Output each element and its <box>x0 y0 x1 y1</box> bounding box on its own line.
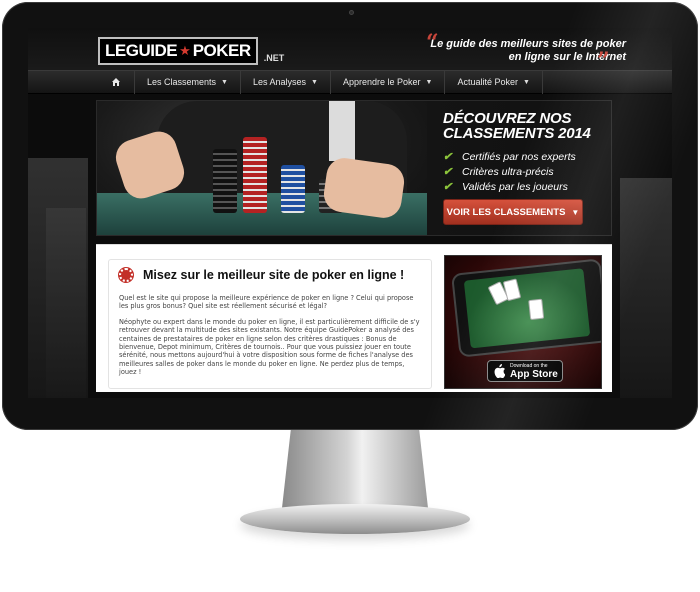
hero-title-line1: DÉCOUVREZ NOS <box>443 110 572 127</box>
logo-box: LEGUIDE ★ POKER <box>98 37 258 65</box>
logo-text-right: POKER <box>192 41 251 60</box>
phone-image <box>451 258 601 358</box>
nav-analyses[interactable]: Les Analyses ▼ <box>241 70 331 94</box>
poker-chip-icon <box>119 268 133 282</box>
site-logo[interactable]: LEGUIDE ★ POKER .NET <box>98 37 285 65</box>
app-store-badge[interactable]: Download on the App Store <box>487 360 563 382</box>
feature-item: ✔ Certifiés par nos experts <box>443 149 611 164</box>
article-title: Misez sur le meilleur site de poker en l… <box>143 268 405 282</box>
browser-screen: LEGUIDE ★ POKER .NET “ Le guide des meil… <box>28 28 672 398</box>
feature-item: ✔ Critères ultra-précis <box>443 164 611 179</box>
badge-text: Download on the App Store <box>510 363 558 380</box>
nav-label: Actualité Poker <box>457 77 518 87</box>
nav-apprendre[interactable]: Apprendre le Poker ▼ <box>331 70 446 94</box>
main-nav: Les Classements ▼ Les Analyses ▼ Apprend… <box>28 70 672 94</box>
logo-net: .NET <box>263 53 285 63</box>
chip-stack <box>213 149 237 213</box>
nav-label: Apprendre le Poker <box>342 77 421 87</box>
feature-text: Critères ultra-précis <box>462 165 554 178</box>
voir-classements-button[interactable]: VOIR LES CLASSEMENTS ▼ <box>443 199 583 225</box>
content-panel: Misez sur le meilleur site de poker en l… <box>96 244 612 392</box>
chevron-down-icon: ▼ <box>221 78 228 86</box>
site-header: LEGUIDE ★ POKER .NET “ Le guide des meil… <box>28 28 672 74</box>
chip-stack <box>243 137 267 213</box>
feature-item: ✔ Validés par les joueurs <box>443 179 611 194</box>
article-card: Misez sur le meilleur site de poker en l… <box>108 259 432 389</box>
shirt <box>329 101 355 161</box>
home-icon <box>110 76 122 88</box>
checkmark-icon: ✔ <box>443 151 453 163</box>
article-paragraph: Quel est le site qui propose la meilleur… <box>119 294 414 311</box>
chevron-down-icon: ▼ <box>571 207 580 217</box>
hero-text: DÉCOUVREZ NOS CLASSEMENTS 2014 ✔ Certifi… <box>443 110 611 194</box>
camera-dot <box>349 10 354 15</box>
checkmark-icon: ✔ <box>443 181 453 193</box>
feature-list: ✔ Certifiés par nos experts ✔ Critères u… <box>443 149 611 194</box>
cta-label: VOIR LES CLASSEMENTS <box>446 206 566 218</box>
hero-banner: DÉCOUVREZ NOS CLASSEMENTS 2014 ✔ Certifi… <box>96 100 612 236</box>
poker-player-image <box>97 101 427 235</box>
article-paragraph: Néophyte ou expert dans le monde du poke… <box>119 317 420 377</box>
badge-main-label: App Store <box>510 368 558 380</box>
logo-text-left: LEGUIDE <box>105 41 178 60</box>
nav-label: Les Classements <box>147 77 217 87</box>
chip-stack <box>281 165 305 213</box>
article-header: Misez sur le meilleur site de poker en l… <box>119 268 421 282</box>
apple-icon <box>493 364 506 379</box>
feature-text: Certifiés par nos experts <box>462 150 576 163</box>
background-building-right <box>620 178 672 398</box>
chevron-down-icon: ▼ <box>425 78 433 86</box>
star-icon: ★ <box>179 43 191 58</box>
nav-label: Les Analyses <box>252 77 307 87</box>
checkmark-icon: ✔ <box>443 166 453 178</box>
poker-table-screen <box>463 268 591 349</box>
nav-home[interactable] <box>98 70 135 94</box>
nav-actualite[interactable]: Actualité Poker ▼ <box>445 70 543 94</box>
mobile-app-promo[interactable]: Download on the App Store <box>444 255 602 389</box>
monitor-stand-neck <box>282 430 428 508</box>
monitor-frame: LEGUIDE ★ POKER .NET “ Le guide des meil… <box>2 2 698 430</box>
chevron-down-icon: ▼ <box>522 78 530 86</box>
right-hand <box>321 155 407 221</box>
chevron-down-icon: ▼ <box>311 78 318 86</box>
article-body: Quel est le site qui propose la meilleur… <box>119 294 421 377</box>
hero-title-line2: CLASSEMENTS 2014 <box>443 125 591 142</box>
feature-text: Validés par les joueurs <box>462 180 568 193</box>
monitor-stand-base <box>240 504 470 534</box>
background-building-left-2 <box>46 208 86 398</box>
nav-classements[interactable]: Les Classements ▼ <box>135 70 241 94</box>
site-tagline: Le guide des meilleurs sites de poker en… <box>430 38 626 63</box>
playing-card <box>528 298 545 321</box>
